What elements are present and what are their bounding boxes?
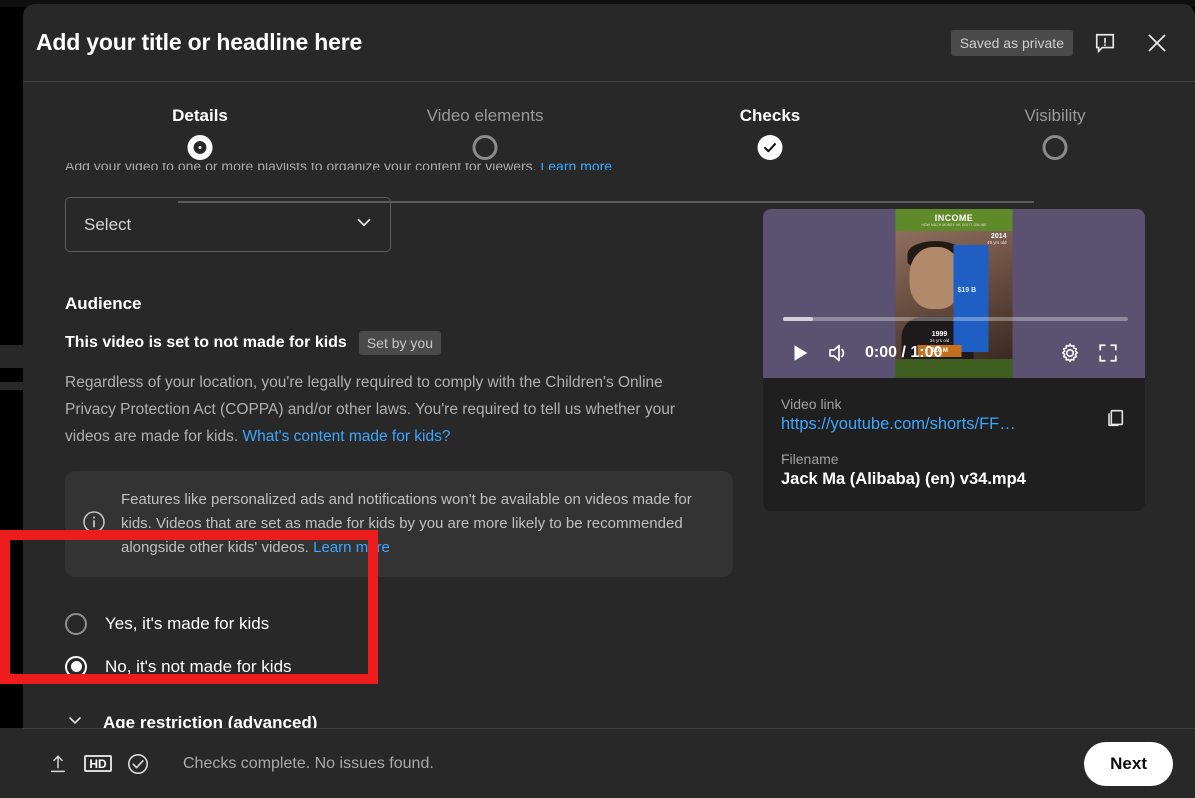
dialog-header: Add your title or headline here Saved as…	[23, 4, 1195, 82]
video-time-display: 0:00 / 1:00	[865, 344, 943, 361]
step-details[interactable]: Details	[90, 82, 310, 160]
thumbnail-top-year: 2014	[990, 233, 1007, 240]
screen-root: Add your title or headline here Saved as…	[0, 0, 1195, 798]
coppa-learn-link[interactable]: What's content made for kids?	[242, 428, 450, 445]
dialog-body: Add your video to one or more playlists …	[23, 163, 1195, 732]
video-player-controls: 0:00 / 1:00	[763, 328, 1145, 378]
radio-no-label: No, it's not made for kids	[105, 656, 292, 676]
made-for-kids-info-box: Features like personalized ads and notif…	[65, 471, 733, 577]
thumbnail-banner-subtitle: HOW MUCH MONEY HE DID IT ONLINE	[921, 223, 987, 227]
upload-details-dialog: Add your title or headline here Saved as…	[23, 4, 1195, 798]
chevron-down-icon	[353, 211, 375, 238]
step-video-elements-dot	[472, 135, 498, 160]
thumbnail-blue-amount: $19 B	[957, 287, 977, 294]
gear-icon[interactable]	[1051, 334, 1089, 372]
video-link-value[interactable]: https://youtube.com/shorts/FF…	[781, 415, 1127, 434]
step-checks[interactable]: Checks	[660, 82, 880, 160]
volume-icon[interactable]	[819, 334, 857, 372]
playlist-select-value: Select	[84, 214, 132, 234]
info-box-learn-more-link[interactable]: Learn more	[313, 539, 390, 556]
filename-value: Jack Ma (Alibaba) (en) v34.mp4	[781, 470, 1026, 488]
radio-no-icon	[65, 655, 87, 678]
video-player[interactable]: INCOME HOW MUCH MONEY HE DID IT ONLINE 2…	[763, 209, 1145, 378]
step-visibility[interactable]: Visibility	[945, 82, 1165, 160]
play-icon[interactable]	[781, 334, 819, 372]
step-visibility-dot	[1042, 135, 1068, 160]
dialog-footer: HD Checks complete. No issues found. Nex…	[23, 728, 1195, 798]
fullscreen-icon[interactable]	[1089, 334, 1127, 372]
step-details-dot	[187, 135, 213, 160]
coppa-description: Regardless of your location, you're lega…	[65, 369, 715, 450]
check-icon	[764, 143, 776, 153]
upload-icon	[41, 747, 75, 781]
radio-no-selected-dot	[70, 661, 82, 672]
checks-status-text: Checks complete. No issues found.	[183, 754, 434, 772]
video-preview-panel: INCOME HOW MUCH MONEY HE DID IT ONLINE 2…	[763, 209, 1145, 511]
video-progress-fill	[783, 317, 813, 321]
step-video-elements[interactable]: Video elements	[375, 82, 595, 160]
filename-label: Filename	[781, 451, 839, 467]
step-details-label: Details	[172, 106, 228, 125]
playlist-helper-text: Add your video to one or more playlists …	[65, 163, 725, 170]
close-icon[interactable]	[1137, 23, 1177, 63]
step-video-elements-label: Video elements	[426, 106, 544, 125]
upload-stepper: Details Video elements Checks Visibility	[23, 82, 1195, 203]
radio-yes-made-for-kids[interactable]: Yes, it's made for kids	[65, 602, 725, 645]
thumbnail-top-age: 49 yrs old	[986, 240, 1007, 245]
playlist-learn-more-link[interactable]: Learn more	[540, 163, 612, 170]
page-backdrop-notch-b	[0, 390, 23, 408]
audience-section-title: Audience	[65, 294, 142, 313]
info-box-body: Features like personalized ads and notif…	[121, 491, 692, 556]
video-meta-block: Video link https://youtube.com/shorts/FF…	[763, 378, 1145, 511]
audience-status-row: This video is set to not made for kids S…	[65, 331, 725, 355]
meta-spacer	[781, 434, 1127, 451]
info-circle-icon	[82, 510, 106, 539]
copy-icon[interactable]	[1099, 402, 1131, 434]
hd-badge: HD	[84, 755, 112, 772]
details-form-column: Add your video to one or more playlists …	[65, 163, 733, 732]
playlist-select[interactable]: Select	[65, 197, 391, 252]
step-visibility-label: Visibility	[1024, 106, 1086, 125]
hd-badge-wrap: HD	[81, 747, 115, 781]
next-button[interactable]: Next	[1084, 741, 1173, 786]
check-circle-icon	[121, 747, 155, 781]
status-badge: Saved as private	[950, 29, 1073, 56]
page-backdrop-notch-a	[0, 368, 23, 382]
step-checks-dot	[757, 135, 783, 160]
made-for-kids-radio-group: Yes, it's made for kids No, it's not mad…	[65, 602, 725, 688]
radio-no-not-made-for-kids[interactable]: No, it's not made for kids	[65, 645, 725, 688]
radio-yes-label: Yes, it's made for kids	[105, 613, 270, 633]
page-backdrop-top-left	[0, 0, 23, 345]
page-title: Add your title or headline here	[36, 29, 363, 55]
video-progress-bar[interactable]	[783, 317, 1128, 321]
step-checks-label: Checks	[739, 106, 801, 125]
thumbnail-banner: INCOME HOW MUCH MONEY HE DID IT ONLINE	[895, 209, 1013, 231]
report-feedback-icon[interactable]	[1085, 23, 1125, 63]
thumbnail-top-year-label: 2014 49 yrs old	[987, 233, 1007, 245]
thumbnail-banner-title: INCOME	[934, 213, 974, 223]
set-by-you-badge: Set by you	[358, 331, 441, 355]
playlist-helper-prefix: Add your video to one or more playlists …	[65, 163, 537, 170]
radio-yes-icon	[65, 612, 87, 635]
annotation-backdrop-fill	[10, 540, 23, 674]
video-link-label: Video link	[781, 396, 842, 412]
page-backdrop-bottom-left	[0, 728, 23, 798]
audience-status-text: This video is set to not made for kids	[65, 334, 347, 351]
info-box-text: Features like personalized ads and notif…	[121, 488, 713, 560]
